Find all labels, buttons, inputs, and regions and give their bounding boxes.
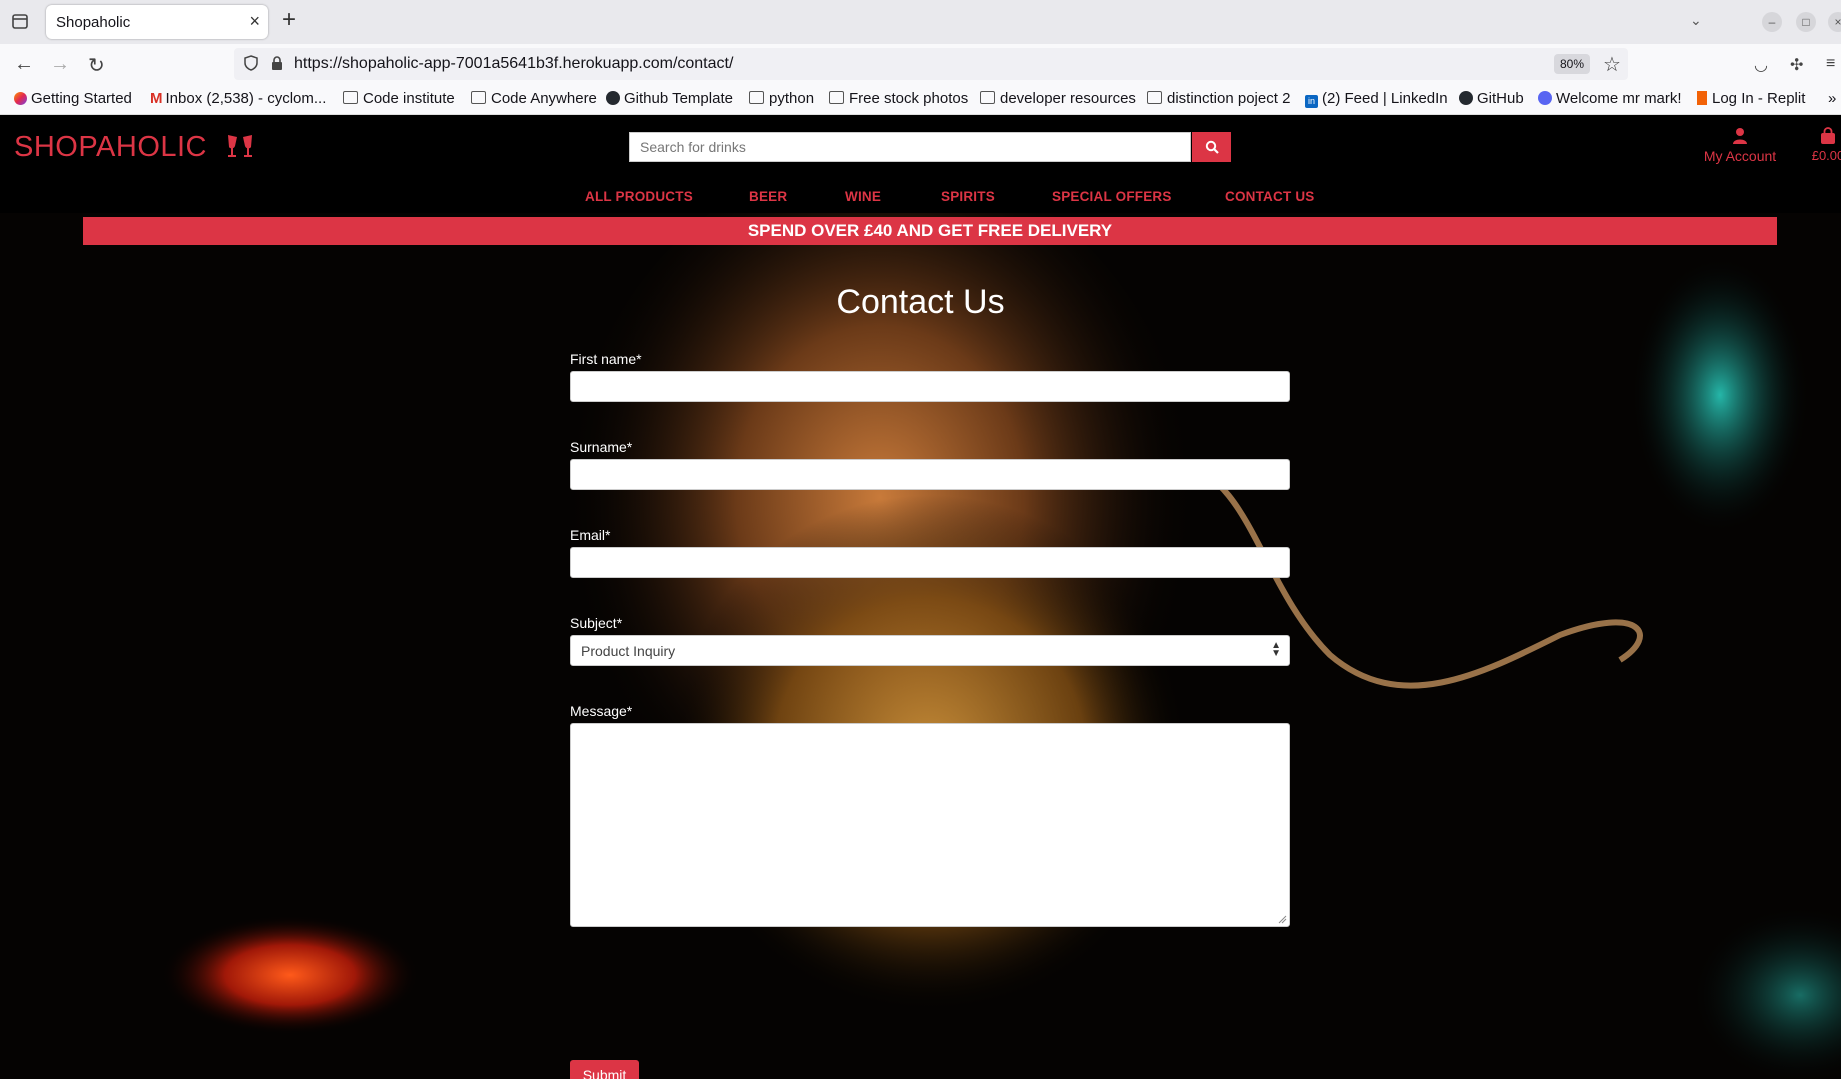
- my-account-link[interactable]: My Account: [1692, 127, 1788, 164]
- close-window-icon[interactable]: ×: [1828, 12, 1841, 32]
- web-page: SHOPAHOLIC My Account: [0, 115, 1841, 1079]
- extensions-icon[interactable]: ✣: [1790, 55, 1803, 75]
- nav-wine[interactable]: WINE: [845, 189, 881, 204]
- surname-label: Surname*: [570, 439, 633, 455]
- tab-title: Shopaholic: [56, 14, 131, 31]
- page-title: Contact Us: [836, 283, 1005, 321]
- address-bar[interactable]: https://shopaholic-app-7001a5641b3f.hero…: [234, 48, 1628, 80]
- url-text[interactable]: https://shopaholic-app-7001a5641b3f.hero…: [294, 55, 733, 73]
- site-logo[interactable]: SHOPAHOLIC: [14, 131, 256, 164]
- tab-list-icon[interactable]: [10, 12, 32, 32]
- my-account-label: My Account: [1703, 148, 1777, 164]
- menu-icon[interactable]: ≡: [1826, 55, 1835, 73]
- star-icon[interactable]: ☆: [1603, 52, 1621, 77]
- folder-icon: [1147, 91, 1162, 104]
- discord-icon: [1538, 91, 1552, 105]
- bookmark-item[interactable]: Free stock photos: [829, 90, 968, 107]
- gmail-icon: M: [150, 90, 163, 107]
- forward-arrow-icon[interactable]: →: [50, 53, 70, 76]
- resize-grip-icon[interactable]: [1277, 914, 1287, 924]
- message-textarea[interactable]: [570, 723, 1290, 927]
- bookmarks-bar: Getting Started M Inbox (2,538) - cyclom.…: [0, 84, 1841, 115]
- nav-all-products[interactable]: ALL PRODUCTS: [585, 189, 693, 204]
- nav-special-offers[interactable]: SPECIAL OFFERS: [1052, 189, 1172, 204]
- new-tab-icon[interactable]: +: [282, 6, 296, 34]
- linkedin-icon: in: [1305, 95, 1318, 108]
- search-input[interactable]: [630, 133, 1190, 161]
- bookmark-item[interactable]: Log In - Replit: [1697, 90, 1805, 107]
- search-button[interactable]: [1192, 132, 1231, 162]
- browser-navigation-bar: ← → ↻ https://shopaholic-app-7001a5641b3…: [0, 44, 1841, 84]
- bookmark-item[interactable]: distinction poject 2: [1147, 90, 1290, 107]
- email-label: Email*: [570, 527, 611, 543]
- submit-button[interactable]: Submit: [570, 1060, 639, 1079]
- bookmark-item[interactable]: GitHub: [1459, 90, 1524, 107]
- back-arrow-icon[interactable]: ←: [14, 53, 34, 76]
- bookmark-item[interactable]: Github Template: [606, 90, 733, 107]
- zoom-level[interactable]: 80%: [1554, 54, 1591, 74]
- bookmark-item[interactable]: developer resources: [980, 90, 1136, 107]
- glasses-cheers-icon: [227, 135, 252, 157]
- firefox-icon: [14, 92, 27, 105]
- replit-icon: [1697, 91, 1707, 105]
- user-icon: [1733, 128, 1747, 144]
- chevron-down-icon[interactable]: ⌄: [1690, 12, 1702, 29]
- nav-contact-us[interactable]: CONTACT US: [1225, 189, 1315, 204]
- message-label: Message*: [570, 703, 633, 719]
- search-icon: [1205, 140, 1219, 154]
- bookmark-item[interactable]: python: [749, 90, 814, 107]
- lock-icon[interactable]: [270, 55, 284, 71]
- main-nav: ALL PRODUCTS BEER WINE SPIRITS SPECIAL O…: [0, 183, 1841, 211]
- bookmark-item[interactable]: M Inbox (2,538) - cyclom...: [150, 90, 326, 107]
- close-icon[interactable]: ×: [249, 11, 260, 32]
- folder-icon: [749, 91, 764, 104]
- subject-select[interactable]: Product Inquiry ▲ ▼: [570, 635, 1290, 666]
- background-photo: [0, 115, 1841, 1079]
- select-arrows-icon: ▲ ▼: [1271, 640, 1281, 659]
- folder-icon: [471, 91, 486, 104]
- shopping-bag-icon: [1821, 127, 1835, 144]
- site-header: SHOPAHOLIC My Account: [0, 115, 1841, 213]
- first-name-field[interactable]: [570, 371, 1290, 402]
- maximize-icon[interactable]: □: [1796, 12, 1816, 32]
- surname-field[interactable]: [570, 459, 1290, 490]
- search-field[interactable]: [629, 132, 1191, 162]
- bookmark-item[interactable]: in (2) Feed | LinkedIn: [1305, 90, 1448, 108]
- browser-tab-bar: Shopaholic × + ⌄ – □ ×: [0, 0, 1841, 44]
- first-name-label: First name*: [570, 351, 642, 367]
- bag-total: £0.00: [1811, 148, 1841, 163]
- nav-spirits[interactable]: SPIRITS: [941, 189, 995, 204]
- pocket-icon[interactable]: ◡: [1754, 55, 1768, 75]
- more-bookmarks-icon[interactable]: »: [1828, 90, 1836, 107]
- reload-icon[interactable]: ↻: [88, 53, 105, 78]
- delivery-banner: SPEND OVER £40 AND GET FREE DELIVERY: [83, 217, 1777, 245]
- github-icon: [1459, 91, 1473, 105]
- bookmark-item[interactable]: Getting Started: [14, 90, 132, 107]
- bookmark-item[interactable]: Welcome mr mark!: [1538, 90, 1682, 107]
- folder-icon: [980, 91, 995, 104]
- subject-label: Subject*: [570, 615, 623, 631]
- github-icon: [606, 91, 620, 105]
- email-field[interactable]: [570, 547, 1290, 578]
- bookmark-item[interactable]: Code institute: [343, 90, 455, 107]
- folder-icon: [829, 91, 844, 104]
- nav-beer[interactable]: BEER: [749, 189, 787, 204]
- shopping-bag-link[interactable]: £0.00: [1806, 127, 1841, 163]
- shield-icon[interactable]: [244, 55, 258, 71]
- browser-tab[interactable]: Shopaholic ×: [46, 5, 268, 39]
- bookmark-item[interactable]: Code Anywhere: [471, 90, 597, 107]
- minimize-icon[interactable]: –: [1762, 12, 1782, 32]
- subject-selected-value: Product Inquiry: [581, 643, 676, 659]
- folder-icon: [343, 91, 358, 104]
